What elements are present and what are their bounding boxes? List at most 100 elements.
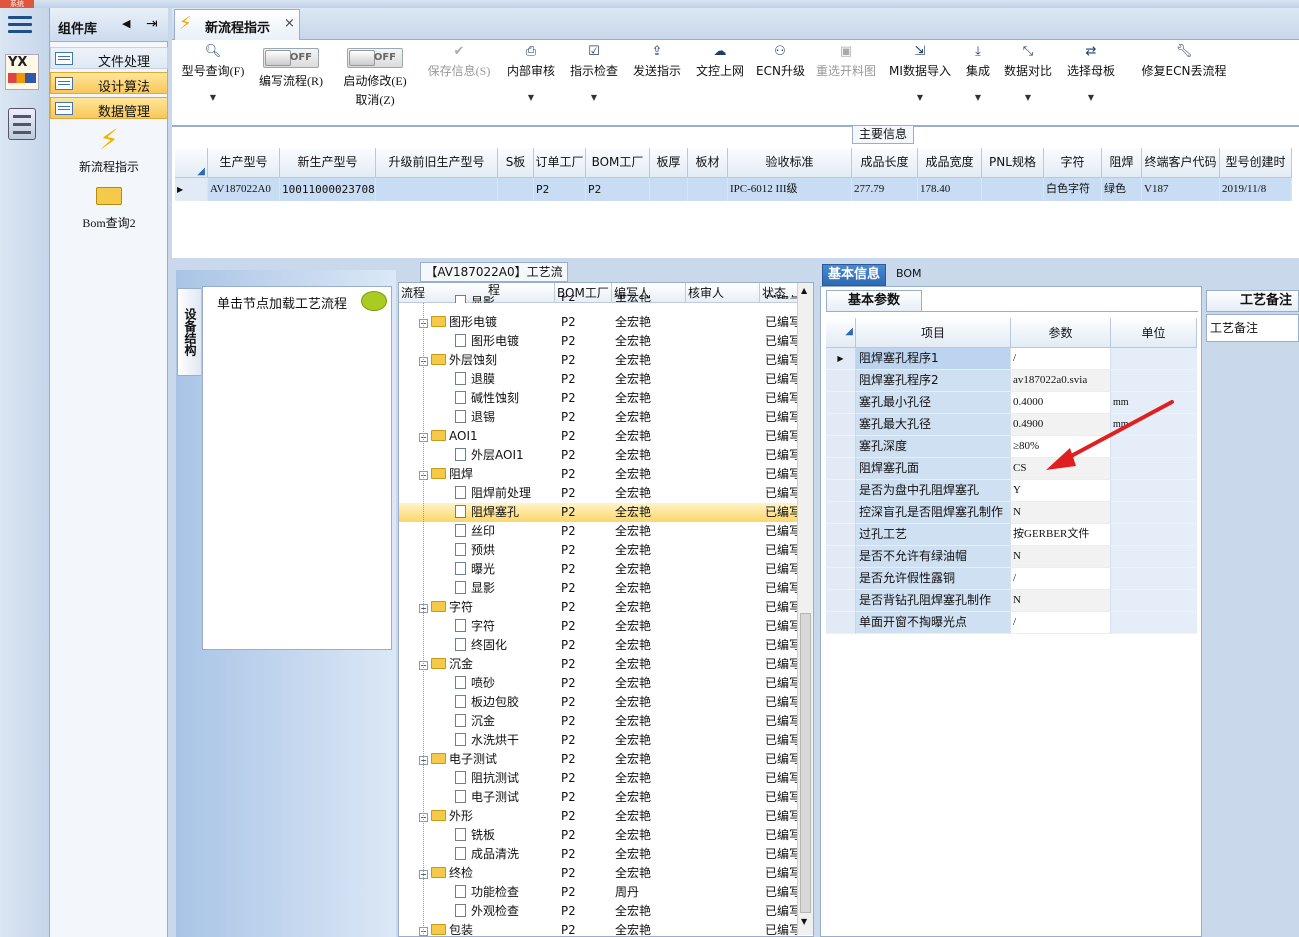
dropdown-arrow-icon[interactable]: ▼	[960, 93, 996, 102]
list-item[interactable]: 成品清洗 P2 全宏艳 已编写	[399, 845, 799, 864]
scroll-up-icon[interactable]: ▲	[801, 286, 807, 295]
column-header[interactable]: 终端客户代码	[1142, 148, 1220, 178]
list-item[interactable]: 沉金 P2 全宏艳 已编写	[399, 712, 799, 731]
tab-basic-params[interactable]: 基本参数	[826, 290, 922, 312]
row-indicator-icon[interactable]: ▶	[826, 348, 856, 370]
flow-node[interactable]: 曝光	[455, 560, 495, 579]
row-indicator-icon[interactable]	[826, 480, 856, 502]
flow-node[interactable]: 水洗烘干	[455, 731, 519, 750]
list-item[interactable]: − 外形 P2 全宏艳 已编写	[399, 807, 799, 826]
list-item[interactable]: − AOI1 P2 全宏艳 已编写	[399, 427, 799, 446]
comment-bubble-icon[interactable]	[361, 291, 387, 311]
select-mother-board-button[interactable]: ⇄ 选择母板 ▼	[1064, 40, 1118, 102]
list-item[interactable]: 显影P2全宏艳已编写	[399, 579, 799, 598]
column-header[interactable]: S板	[498, 148, 534, 178]
table-cell[interactable]: 绿色	[1102, 178, 1142, 201]
flow-scrollbar[interactable]: ▲ ▼	[797, 283, 813, 935]
list-item[interactable]: 阻焊前处理 P2 全宏艳 已编写	[399, 484, 799, 503]
tab-new-flow[interactable]: ⚡ 新流程指示 ×	[174, 9, 300, 40]
pin-icon[interactable]: ⇥	[146, 16, 158, 32]
flow-node[interactable]: − 外层蚀刻	[419, 351, 497, 370]
flow-node[interactable]: 阻抗测试	[455, 769, 519, 788]
flow-node[interactable]: 功能检查	[455, 883, 519, 902]
column-header[interactable]: 阻焊	[1102, 148, 1142, 178]
list-item[interactable]: 预烘 P2 全宏艳 已编写	[399, 541, 799, 560]
row-indicator-icon[interactable]	[826, 502, 856, 524]
upload-doc-button[interactable]: ☁ 文控上网	[692, 40, 748, 79]
row-indicator-icon[interactable]	[826, 612, 856, 634]
param-value[interactable]: Y	[1011, 480, 1111, 502]
flow-node[interactable]: 外观检查	[455, 902, 519, 921]
param-value[interactable]: N	[1011, 546, 1111, 568]
param-value[interactable]: N	[1011, 590, 1111, 612]
param-value[interactable]: 按GERBER文件	[1011, 524, 1111, 546]
check-instruction-button[interactable]: ☑ 指示检查 ▼	[568, 40, 620, 102]
start-modify-toggle[interactable]: OFF 启动修改(E) 取消(Z)	[338, 40, 412, 108]
scrollbar-thumb[interactable]	[800, 613, 811, 913]
list-item[interactable]: 电子测试 P2 全宏艳 已编写	[399, 788, 799, 807]
column-header[interactable]: 成品长度	[852, 148, 918, 178]
list-item[interactable]: 外观检查 P2 全宏艳 已编写	[399, 902, 799, 921]
column-header-param[interactable]: 参数	[1011, 318, 1111, 348]
flow-node[interactable]: − 终检	[419, 864, 473, 883]
column-header[interactable]: 字符	[1044, 148, 1102, 178]
row-indicator-icon[interactable]	[826, 392, 856, 414]
table-cell[interactable]: P2	[534, 178, 586, 201]
list-item[interactable]: 功能检查 P2 周丹 已编写	[399, 883, 799, 902]
list-item[interactable]: 阻抗测试 P2 全宏艳 已编写	[399, 769, 799, 788]
flow-node[interactable]: − 电子测试	[419, 750, 497, 769]
table-cell[interactable]: 178.40	[918, 178, 982, 201]
flow-node[interactable]: 铣板	[455, 826, 495, 845]
param-value[interactable]: av187022a0.svia	[1011, 370, 1111, 392]
row-indicator-icon[interactable]	[826, 524, 856, 546]
table-cell[interactable]	[650, 178, 688, 201]
flow-node[interactable]: 成品清洗	[455, 845, 519, 864]
flow-node[interactable]: − 图形电镀	[419, 313, 497, 332]
integrate-button[interactable]: ⤓ 集成 ▼	[960, 40, 996, 102]
list-item[interactable]: 喷砂 P2 全宏艳 已编写	[399, 674, 799, 693]
dropdown-arrow-icon[interactable]: ▼	[1002, 93, 1054, 102]
list-item[interactable]: 显影P2全宏艳已编写	[399, 295, 799, 303]
flow-node[interactable]: 阻焊塞孔	[455, 503, 519, 522]
flow-node[interactable]: − AOI1	[419, 427, 478, 446]
hamburger-menu-icon[interactable]	[8, 16, 32, 36]
list-item[interactable]: − 外层蚀刻 P2 全宏艳 已编写	[399, 351, 799, 370]
tab-basic-info[interactable]: 基本信息	[822, 264, 886, 286]
param-value[interactable]: /	[1011, 612, 1111, 634]
shortcut-new-flow[interactable]: ⚡ 新流程指示	[60, 124, 158, 175]
list-item[interactable]: − 包装 P2 全宏艳 已编写	[399, 921, 799, 937]
param-value[interactable]: N	[1011, 502, 1111, 524]
column-header[interactable]: PNL规格	[982, 148, 1044, 178]
flow-node[interactable]: − 字符	[419, 598, 473, 617]
table-cell[interactable]	[498, 178, 534, 201]
flow-node[interactable]: 电子测试	[455, 788, 519, 807]
row-indicator-icon[interactable]: ▶	[175, 178, 208, 201]
list-item[interactable]: 板边包胶 P2 全宏艳 已编写	[399, 693, 799, 712]
flow-node[interactable]: 退锡	[455, 408, 495, 427]
dropdown-arrow-icon[interactable]: ▼	[568, 93, 620, 102]
flow-node[interactable]: − 阻焊	[419, 465, 473, 484]
list-item[interactable]: 退锡 P2 全宏艳 已编写	[399, 408, 799, 427]
list-item[interactable]: − 终检 P2 全宏艳 已编写	[399, 864, 799, 883]
list-item[interactable]: 终固化 P2 全宏艳 已编写	[399, 636, 799, 655]
row-indicator-icon[interactable]	[826, 568, 856, 590]
table-cell[interactable]: 白色字符	[1044, 178, 1102, 201]
toggle-switch[interactable]: OFF	[263, 48, 319, 68]
internal-review-button[interactable]: ⎙ 内部审核 ▼	[504, 40, 558, 102]
column-header[interactable]: 订单工厂	[534, 148, 586, 178]
column-header[interactable]: 生产型号	[208, 148, 280, 178]
reselect-chart-button[interactable]: ▣ 重选开料图	[812, 40, 880, 79]
flow-node[interactable]: 终固化	[455, 636, 507, 655]
collapse-left-icon[interactable]: ◀	[122, 17, 130, 30]
list-item[interactable]: 字符 P2 全宏艳 已编写	[399, 617, 799, 636]
tab-process-notes[interactable]: 工艺备注	[1206, 290, 1299, 312]
list-item[interactable]: 阻焊塞孔 P2 全宏艳 已编写	[399, 503, 799, 522]
tab-equipment-structure[interactable]: 设备结构	[177, 288, 201, 376]
table-row[interactable]: 是否背钻孔阻焊塞孔制作 N	[826, 590, 1197, 612]
param-value[interactable]: /	[1011, 348, 1111, 370]
flow-node[interactable]: 碱性蚀刻	[455, 389, 519, 408]
table-cell[interactable]: 277.79	[852, 178, 918, 201]
list-item[interactable]: − 图形电镀 P2 全宏艳 已编写	[399, 313, 799, 332]
table-row[interactable]: 阻焊塞孔程序2 av187022a0.svia	[826, 370, 1197, 392]
calculator-icon[interactable]	[8, 108, 36, 140]
